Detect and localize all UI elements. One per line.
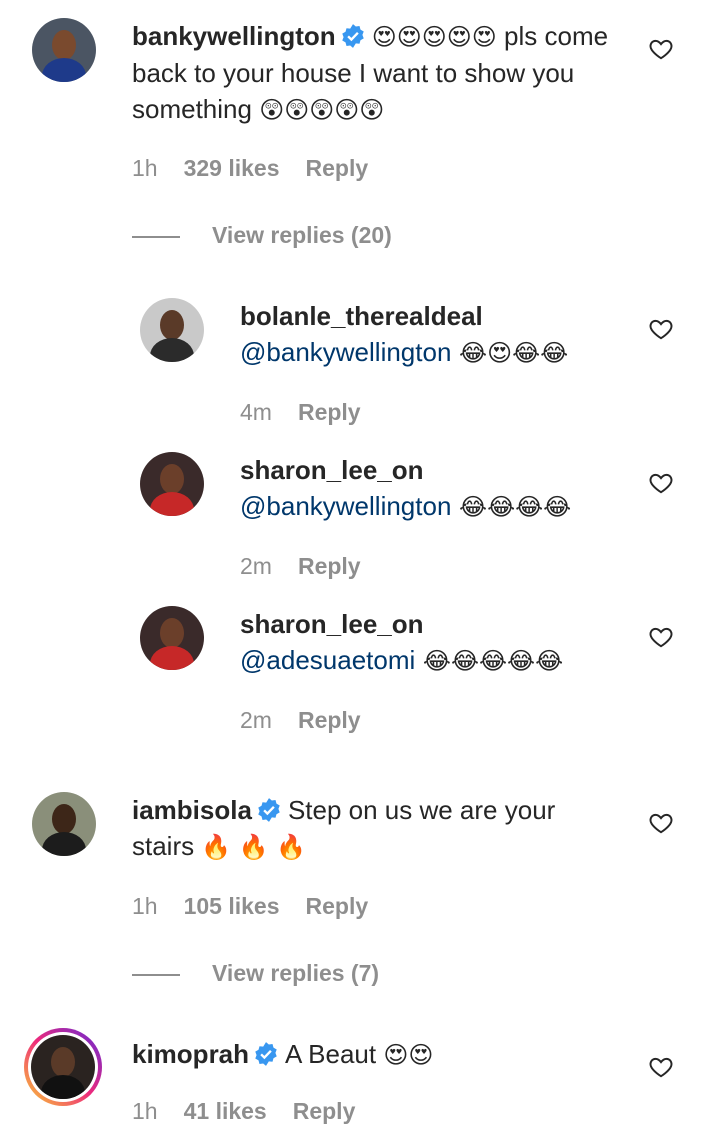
- divider-line: [132, 235, 180, 238]
- reply-text: bolanle_therealdeal @bankywellington 😂😍😂…: [240, 298, 620, 371]
- reply-time: 2m: [240, 553, 272, 579]
- view-replies-button[interactable]: View replies (7): [132, 958, 379, 988]
- story-ring[interactable]: [24, 1028, 102, 1106]
- verified-badge-icon: [258, 798, 280, 822]
- reply-emoji: 😂😍😂😂: [451, 339, 569, 367]
- avatar[interactable]: [140, 452, 204, 516]
- comment-emoji: 😲😲😲😲😲: [259, 96, 385, 124]
- reply-username[interactable]: bolanle_therealdeal: [240, 298, 620, 334]
- divider-line: [132, 973, 180, 976]
- reply-time: 4m: [240, 399, 272, 425]
- reply-meta: 2m Reply: [240, 705, 361, 735]
- reply-item: sharon_lee_on @bankywellington 😂😂😂😂 2m Re…: [0, 434, 720, 584]
- comment-emoji: 😍😍: [383, 1041, 434, 1069]
- comment-emoji: 😍😍😍😍😍: [371, 23, 497, 51]
- reply-button[interactable]: Reply: [293, 1098, 356, 1124]
- reply-username[interactable]: sharon_lee_on: [240, 452, 620, 488]
- comment-likes[interactable]: 329 likes: [184, 155, 280, 181]
- reply-emoji: 😂😂😂😂: [451, 493, 572, 521]
- comment-meta: 1h 41 likes Reply: [132, 1096, 355, 1126]
- comment-text: bankywellington 😍😍😍😍😍 pls come back to yo…: [132, 18, 612, 128]
- avatar[interactable]: [140, 298, 204, 362]
- heart-outline-icon[interactable]: [648, 470, 674, 496]
- view-replies-button[interactable]: View replies (20): [132, 220, 392, 250]
- comment-item: bankywellington 😍😍😍😍😍 pls come back to yo…: [0, 0, 720, 260]
- comment-text: kimoprah A Beaut 😍😍: [132, 1036, 612, 1073]
- comment-meta: 1h 329 likes Reply: [132, 153, 368, 183]
- comment-time: 1h: [132, 155, 158, 181]
- comment-body: A Beaut: [285, 1039, 384, 1069]
- verified-badge-icon: [255, 1042, 277, 1066]
- reply-text: sharon_lee_on @adesuaetomi 😂😂😂😂😂: [240, 606, 620, 679]
- reply-button[interactable]: Reply: [298, 707, 361, 733]
- comment-emoji: 🔥 🔥 🔥: [201, 833, 307, 861]
- avatar[interactable]: [31, 1035, 95, 1099]
- reply-text: sharon_lee_on @bankywellington 😂😂😂😂: [240, 452, 620, 525]
- mention-link[interactable]: @bankywellington: [240, 337, 451, 367]
- reply-button[interactable]: Reply: [306, 155, 369, 181]
- comment-likes[interactable]: 41 likes: [184, 1098, 267, 1124]
- reply-button[interactable]: Reply: [298, 553, 361, 579]
- comment-item: kimoprah A Beaut 😍😍 1h 41 likes Reply: [0, 1020, 720, 1124]
- comment-username[interactable]: iambisola: [132, 795, 252, 825]
- reply-item: sharon_lee_on @adesuaetomi 😂😂😂😂😂 2m Reply: [0, 588, 720, 738]
- comment-text: iambisola Step on us we are your stairs 🔥…: [132, 792, 612, 865]
- comment-time: 1h: [132, 1098, 158, 1124]
- heart-outline-icon[interactable]: [648, 1054, 674, 1080]
- reply-button[interactable]: Reply: [306, 893, 369, 919]
- comment-username[interactable]: bankywellington: [132, 21, 336, 51]
- mention-link[interactable]: @adesuaetomi: [240, 645, 415, 675]
- reply-emoji: 😂😂😂😂😂: [415, 647, 564, 675]
- comment-item: iambisola Step on us we are your stairs 🔥…: [0, 774, 720, 1004]
- heart-outline-icon[interactable]: [648, 810, 674, 836]
- reply-meta: 4m Reply: [240, 397, 361, 427]
- comment-time: 1h: [132, 893, 158, 919]
- heart-outline-icon[interactable]: [648, 624, 674, 650]
- reply-meta: 2m Reply: [240, 551, 361, 581]
- reply-time: 2m: [240, 707, 272, 733]
- reply-button[interactable]: Reply: [298, 399, 361, 425]
- verified-badge-icon: [341, 24, 364, 48]
- mention-link[interactable]: @bankywellington: [240, 491, 451, 521]
- heart-outline-icon[interactable]: [648, 316, 674, 342]
- comment-username[interactable]: kimoprah: [132, 1039, 249, 1069]
- heart-outline-icon[interactable]: [648, 36, 674, 62]
- reply-item: bolanle_therealdeal @bankywellington 😂😍😂…: [0, 280, 720, 430]
- avatar[interactable]: [32, 18, 96, 82]
- avatar[interactable]: [32, 792, 96, 856]
- avatar[interactable]: [140, 606, 204, 670]
- comment-likes[interactable]: 105 likes: [184, 893, 280, 919]
- comment-meta: 1h 105 likes Reply: [132, 891, 368, 921]
- reply-username[interactable]: sharon_lee_on: [240, 606, 620, 642]
